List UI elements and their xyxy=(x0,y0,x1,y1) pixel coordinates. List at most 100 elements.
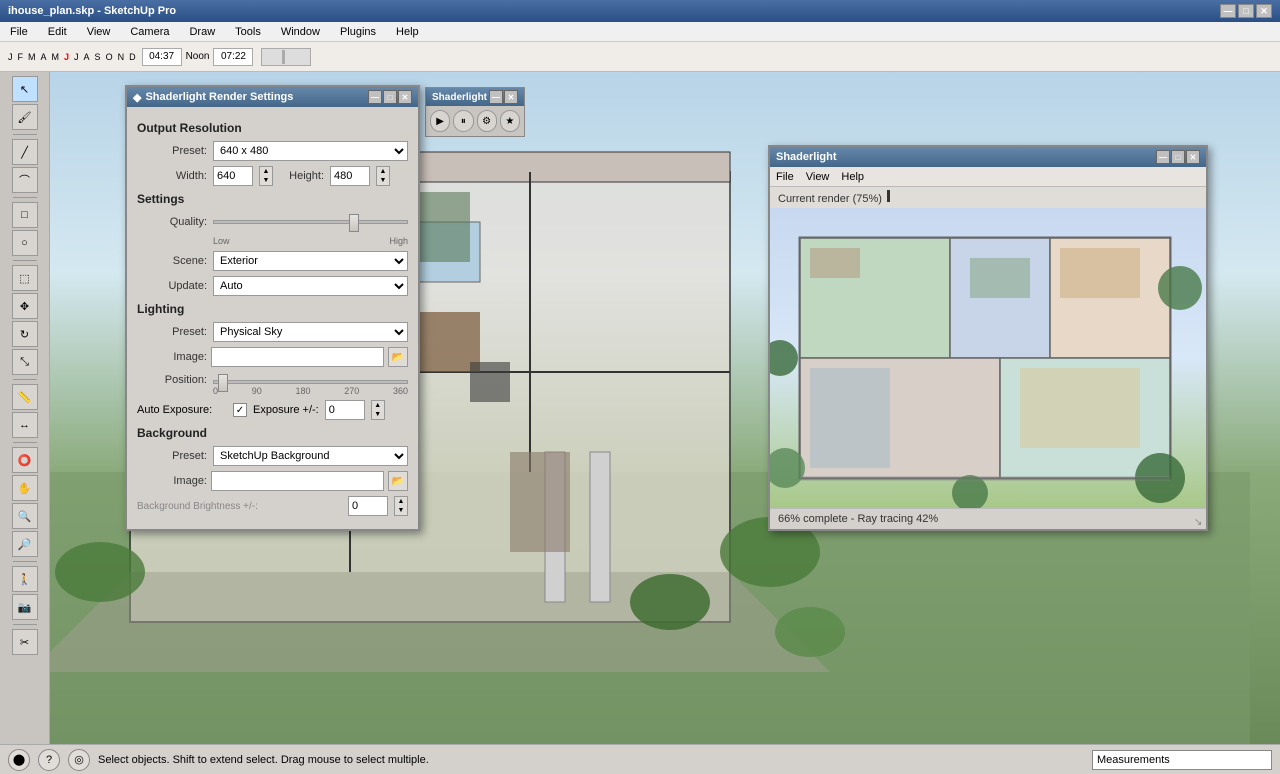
scene-dropdown[interactable]: Exterior Interior Custom xyxy=(213,251,408,271)
quality-slider-thumb[interactable] xyxy=(349,214,359,232)
sl-small-titlebar[interactable]: Shaderlight — ✕ xyxy=(426,88,524,106)
menu-draw[interactable]: Draw xyxy=(183,24,221,40)
close-btn[interactable]: ✕ xyxy=(1256,4,1272,18)
position-slider-track[interactable] xyxy=(213,380,408,384)
month-mar[interactable]: M xyxy=(26,51,38,63)
bg-brightness-spinner[interactable]: ▲ ▼ xyxy=(394,496,408,516)
sl-pause-btn[interactable]: ⏸ xyxy=(453,110,473,132)
scale-tool[interactable]: ⤡ xyxy=(12,349,38,375)
status-icon-help[interactable]: ? xyxy=(38,749,60,771)
exposure-down[interactable]: ▼ xyxy=(372,410,384,419)
height-down-arrow[interactable]: ▼ xyxy=(377,176,389,185)
height-input[interactable] xyxy=(330,166,370,186)
zoom-tool-left[interactable]: 🔍 xyxy=(12,503,38,529)
month-jun[interactable]: J xyxy=(62,51,71,63)
width-input[interactable] xyxy=(213,166,253,186)
menu-file[interactable]: File xyxy=(4,24,34,40)
lighting-browse-btn[interactable]: 📂 xyxy=(388,347,408,367)
pan-tool-left[interactable]: ✋ xyxy=(12,475,38,501)
month-selector: J F M A M J J A S O N D xyxy=(6,51,138,63)
status-icon-3[interactable]: ◎ xyxy=(68,749,90,771)
render-menu-help[interactable]: Help xyxy=(841,171,864,183)
exposure-spinner[interactable]: ▲ ▼ xyxy=(371,400,385,420)
month-feb[interactable]: F xyxy=(16,51,26,63)
width-spinner[interactable]: ▲ ▼ xyxy=(259,166,273,186)
output-preset-dropdown[interactable]: 640 x 480 800 x 600 1024 x 768 xyxy=(213,141,408,161)
minimize-btn[interactable]: — xyxy=(1220,4,1236,18)
lighting-image-input[interactable] xyxy=(211,347,384,367)
bg-preset-dropdown[interactable]: SketchUp Background Custom None xyxy=(213,446,408,466)
rectangle-tool[interactable]: □ xyxy=(12,202,38,228)
bg-image-input[interactable] xyxy=(211,471,384,491)
month-apr[interactable]: A xyxy=(39,51,49,63)
menu-view[interactable]: View xyxy=(81,24,117,40)
width-down-arrow[interactable]: ▼ xyxy=(260,176,272,185)
menu-plugins[interactable]: Plugins xyxy=(334,24,382,40)
update-dropdown[interactable]: Auto Manual xyxy=(213,276,408,296)
circle-tool[interactable]: ○ xyxy=(12,230,38,256)
push-pull-tool[interactable]: ⬚ xyxy=(12,265,38,291)
bg-brightness-up[interactable]: ▲ xyxy=(395,497,407,506)
tape-measure-tool[interactable]: 📏 xyxy=(12,384,38,410)
exposure-up[interactable]: ▲ xyxy=(372,401,384,410)
quality-slider-track[interactable] xyxy=(213,220,408,224)
time-input-2[interactable] xyxy=(213,48,253,66)
section-plane-tool[interactable]: ✂ xyxy=(12,629,38,655)
paint-tool[interactable]: 🖌 xyxy=(12,104,38,130)
month-dec[interactable]: D xyxy=(127,51,138,63)
render-menu-file[interactable]: File xyxy=(776,171,794,183)
height-up-arrow[interactable]: ▲ xyxy=(377,167,389,176)
move-tool[interactable]: ✥ xyxy=(12,293,38,319)
render-dialog-close[interactable]: ✕ xyxy=(398,90,412,104)
month-oct[interactable]: O xyxy=(104,51,115,63)
month-aug[interactable]: A xyxy=(82,51,92,63)
zoom-window-tool[interactable]: 🔎 xyxy=(12,531,38,557)
orbit-tool-left[interactable]: ⭕ xyxy=(12,447,38,473)
exposure-input[interactable] xyxy=(325,400,365,420)
lt-sep-4 xyxy=(13,379,37,380)
render-window-minimize[interactable]: — xyxy=(1156,150,1170,164)
render-menu-view[interactable]: View xyxy=(806,171,830,183)
walk-tool[interactable]: 🚶 xyxy=(12,566,38,592)
menu-window[interactable]: Window xyxy=(275,24,326,40)
bg-brightness-down[interactable]: ▼ xyxy=(395,506,407,515)
sl-small-close[interactable]: ✕ xyxy=(504,90,518,104)
render-window-close[interactable]: ✕ xyxy=(1186,150,1200,164)
status-icon-1[interactable]: ⬤ xyxy=(8,749,30,771)
auto-exposure-checkbox[interactable]: ✓ xyxy=(233,403,247,417)
sl-small-minimize[interactable]: — xyxy=(489,90,503,104)
render-window-maximize[interactable]: □ xyxy=(1171,150,1185,164)
time-input-1[interactable] xyxy=(142,48,182,66)
month-may[interactable]: M xyxy=(50,51,62,63)
render-dialog-body: Output Resolution Preset: 640 x 480 800 … xyxy=(127,107,418,529)
sl-star-btn[interactable]: ★ xyxy=(500,110,520,132)
position-slider-thumb[interactable] xyxy=(218,374,228,392)
height-spinner[interactable]: ▲ ▼ xyxy=(376,166,390,186)
bg-browse-btn[interactable]: 📂 xyxy=(388,471,408,491)
dimension-tool[interactable]: ↔ xyxy=(12,412,38,438)
bg-brightness-input[interactable] xyxy=(348,496,388,516)
sl-play-btn[interactable]: ▶ xyxy=(430,110,450,132)
lighting-preset-dropdown[interactable]: Physical Sky Artificial Custom xyxy=(213,322,408,342)
render-dialog-maximize[interactable]: □ xyxy=(383,90,397,104)
month-jul[interactable]: J xyxy=(72,51,81,63)
render-window-titlebar[interactable]: Shaderlight — □ ✕ xyxy=(770,147,1206,167)
resize-handle[interactable]: ↘ xyxy=(1194,517,1204,527)
month-jan[interactable]: J xyxy=(6,51,15,63)
render-dialog-titlebar[interactable]: ◆ Shaderlight Render Settings — □ ✕ xyxy=(127,87,418,107)
menu-tools[interactable]: Tools xyxy=(229,24,267,40)
month-sep[interactable]: S xyxy=(93,51,103,63)
month-nov[interactable]: N xyxy=(116,51,127,63)
line-tool[interactable]: ╱ xyxy=(12,139,38,165)
rotate-tool[interactable]: ↻ xyxy=(12,321,38,347)
sl-settings-btn[interactable]: ⚙ xyxy=(477,110,497,132)
render-dialog-minimize[interactable]: — xyxy=(368,90,382,104)
width-up-arrow[interactable]: ▲ xyxy=(260,167,272,176)
position-camera-tool[interactable]: 📷 xyxy=(12,594,38,620)
arc-tool[interactable]: ⌒ xyxy=(12,167,38,193)
select-tool[interactable]: ↖ xyxy=(12,76,38,102)
menu-camera[interactable]: Camera xyxy=(124,24,175,40)
menu-help[interactable]: Help xyxy=(390,24,425,40)
maximize-btn[interactable]: □ xyxy=(1238,4,1254,18)
menu-edit[interactable]: Edit xyxy=(42,24,73,40)
